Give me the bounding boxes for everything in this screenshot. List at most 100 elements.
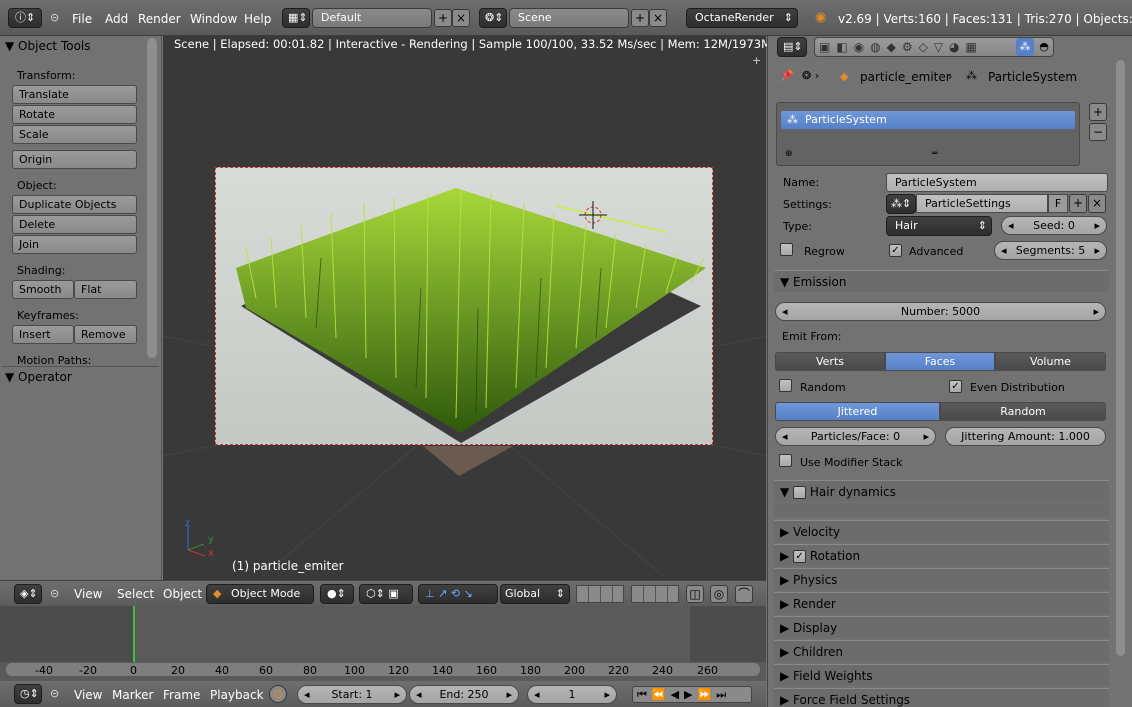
translate-button[interactable]: Translate: [12, 85, 137, 104]
emission-panel-header[interactable]: ▼ Emission: [774, 270, 1109, 292]
add-particle-system-icon[interactable]: +: [1089, 103, 1107, 121]
interaction-mode-select[interactable]: ◆Object Mode⇕: [206, 584, 314, 618]
viewport-split-icon[interactable]: +: [752, 54, 761, 67]
number-field[interactable]: ◂ Number: 5000 ▸: [775, 302, 1106, 321]
timeline-editor-type-button[interactable]: ◷⇕: [14, 684, 42, 704]
shading-mode-button[interactable]: ●⇕: [320, 584, 354, 604]
menu-playback[interactable]: Playback: [210, 688, 264, 702]
current-frame-field[interactable]: ◂ 1 ▸: [527, 685, 617, 704]
type-select[interactable]: Hair ⇕: [886, 216, 992, 236]
jittered-button[interactable]: Jittered: [775, 402, 940, 421]
list-resize-handle[interactable]: ═: [932, 149, 937, 159]
insert-keyframe-button[interactable]: Insert: [12, 325, 74, 344]
display-panel-header[interactable]: ▶ Display: [774, 616, 1109, 638]
name-field[interactable]: ParticleSystem: [886, 173, 1108, 192]
remove-screen-icon[interactable]: ×: [452, 9, 470, 27]
particles-per-face-field[interactable]: ◂ Particles/Face: 0 ▸: [775, 427, 936, 446]
pivot-point-button[interactable]: ⬡⇕ ▣: [359, 584, 413, 604]
children-panel-header[interactable]: ▶ Children: [774, 640, 1109, 662]
collapse-menu-icon[interactable]: ⊝: [50, 687, 59, 700]
smooth-button[interactable]: Smooth: [12, 280, 74, 299]
scene-icon[interactable]: ❂⇕: [479, 8, 507, 28]
menu-window[interactable]: Window: [190, 12, 237, 26]
layer-buttons-1[interactable]: [576, 585, 624, 603]
object-tools-header[interactable]: ▼ Object Tools: [5, 38, 140, 56]
snap-icon[interactable]: ⌒: [735, 585, 753, 603]
unlink-settings-icon[interactable]: ×: [1088, 194, 1106, 213]
add-screen-icon[interactable]: +: [434, 9, 452, 27]
menu-render[interactable]: Render: [138, 12, 181, 26]
settings-browse-icon[interactable]: ⁂⇕: [886, 194, 916, 214]
join-button[interactable]: Join: [12, 235, 137, 254]
segments-field[interactable]: ◂ Segments: 5 ▸: [994, 241, 1107, 260]
scene-field[interactable]: Scene: [509, 8, 629, 28]
random-checkbox[interactable]: [779, 379, 792, 395]
proportional-edit-icon[interactable]: ◎: [710, 585, 728, 603]
properties-editor-type-button[interactable]: ▤⇕: [777, 37, 807, 57]
particle-system-breadcrumb[interactable]: ParticleSystem: [988, 70, 1077, 84]
menu-add[interactable]: Add: [105, 12, 128, 26]
render-panel-header[interactable]: ▶ Render: [774, 592, 1109, 614]
origin-button[interactable]: Origin: [12, 150, 137, 169]
flat-button[interactable]: Flat: [74, 280, 137, 299]
force-field-settings-panel-header[interactable]: ▶ Force Field Settings: [774, 688, 1109, 707]
manipulator-buttons[interactable]: ⊥ ↗ ⟲ ↘: [418, 584, 498, 604]
remove-keyframe-button[interactable]: Remove: [74, 325, 137, 344]
rotate-button[interactable]: Rotate: [12, 105, 137, 124]
fake-user-button[interactable]: F: [1048, 194, 1068, 213]
remove-particle-system-icon[interactable]: −: [1089, 123, 1107, 141]
emit-verts-button[interactable]: Verts: [775, 352, 885, 371]
use-modifier-stack-checkbox[interactable]: [779, 454, 792, 470]
auto-keying-icon[interactable]: ⊙: [269, 685, 287, 703]
list-filter-icon[interactable]: ⊕: [785, 149, 793, 159]
properties-scrollbar[interactable]: [1116, 60, 1125, 656]
physics-tab-icon[interactable]: ◓: [1035, 38, 1053, 56]
menu-help[interactable]: Help: [244, 12, 271, 26]
duplicate-objects-button[interactable]: Duplicate Objects: [12, 195, 137, 214]
particle-system-list-item[interactable]: ⁂ ParticleSystem: [781, 111, 1075, 129]
menu-view[interactable]: View: [74, 688, 102, 702]
emit-volume-button[interactable]: Volume: [995, 352, 1106, 371]
rotation-panel-header[interactable]: ▶ ✓ Rotation: [774, 544, 1109, 566]
collapse-menu-icon[interactable]: ⊝: [50, 11, 59, 24]
render-engine-select[interactable]: OctaneRender ⇕: [686, 8, 798, 28]
emit-faces-button[interactable]: Faces: [885, 352, 995, 371]
settings-field[interactable]: ParticleSettings: [916, 194, 1048, 213]
menu-select[interactable]: Select: [117, 587, 154, 601]
velocity-panel-header[interactable]: ▶ Velocity: [774, 520, 1109, 542]
menu-frame[interactable]: Frame: [163, 688, 200, 702]
seed-field[interactable]: ◂ Seed: 0 ▸: [1001, 216, 1107, 235]
tool-shelf-scrollbar[interactable]: [147, 38, 157, 358]
field-weights-panel-header[interactable]: ▶ Field Weights: [774, 664, 1109, 686]
jittering-amount-field[interactable]: Jittering Amount: 1.000: [945, 427, 1106, 446]
particles-tab-icon[interactable]: ⁂: [1016, 38, 1034, 56]
advanced-checkbox[interactable]: ✓: [889, 243, 902, 257]
lock-camera-icon[interactable]: ◫: [686, 585, 704, 603]
screen-layout-icon[interactable]: ▦⇕: [282, 8, 310, 28]
remove-scene-icon[interactable]: ×: [649, 9, 667, 27]
menu-marker[interactable]: Marker: [112, 688, 153, 702]
editor-type-button[interactable]: ◈⇕: [14, 584, 42, 604]
end-frame-field[interactable]: ◂ End: 250 ▸: [409, 685, 519, 704]
object-breadcrumb[interactable]: particle_emiter: [860, 70, 951, 84]
collapse-menu-icon[interactable]: ⊝: [50, 587, 59, 600]
screen-layout-field[interactable]: Default: [312, 8, 432, 28]
add-scene-icon[interactable]: +: [631, 9, 649, 27]
3d-cursor-icon[interactable]: [579, 201, 607, 229]
operator-header[interactable]: ▼ Operator: [5, 370, 145, 384]
random-distribution-button[interactable]: Random: [940, 402, 1106, 421]
scale-button[interactable]: Scale: [12, 125, 137, 144]
physics-panel-header[interactable]: ▶ Physics: [774, 568, 1109, 590]
menu-object[interactable]: Object: [163, 587, 202, 601]
transform-orientation-select[interactable]: Global ⇕: [500, 584, 570, 604]
menu-file[interactable]: File: [72, 12, 92, 26]
current-frame-marker[interactable]: [133, 606, 135, 662]
pin-icon[interactable]: 📌: [780, 69, 794, 82]
scene-breadcrumb-icon[interactable]: ❂ ›: [802, 69, 819, 82]
layer-buttons-2[interactable]: [631, 585, 679, 603]
even-distribution-checkbox[interactable]: ✓: [949, 379, 962, 393]
hair-dynamics-panel-header[interactable]: ▼ Hair dynamics: [774, 480, 1109, 502]
delete-button[interactable]: Delete: [12, 215, 137, 234]
new-settings-icon[interactable]: +: [1069, 194, 1087, 213]
menu-view[interactable]: View: [74, 587, 102, 601]
